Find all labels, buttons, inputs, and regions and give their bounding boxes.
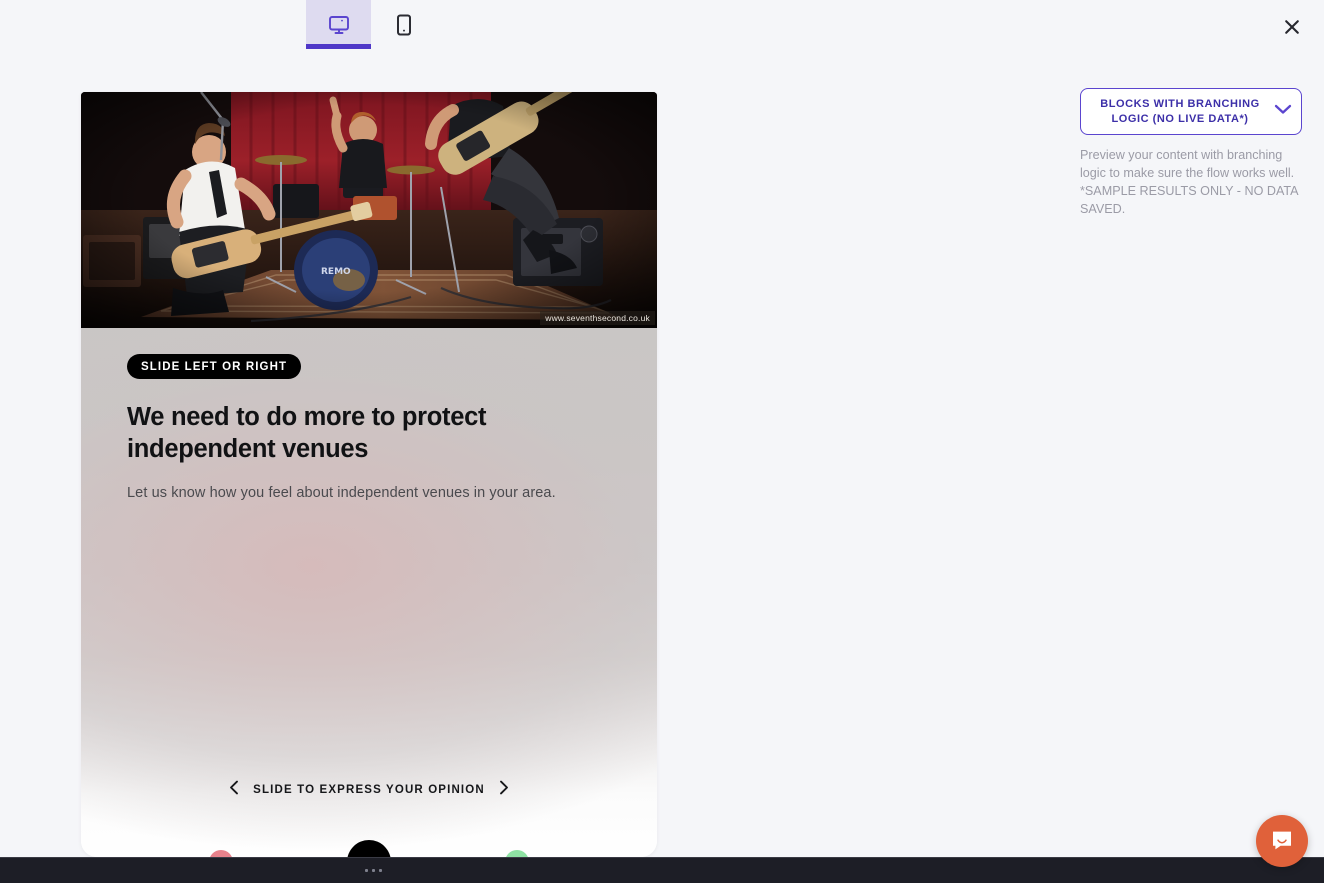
chevron-left-icon[interactable]: [229, 780, 239, 800]
slide-hint: SLIDE TO EXPRESS YOUR OPINION: [81, 780, 657, 800]
preview-screen: REMO: [0, 0, 1324, 883]
slide-hint-label: SLIDE TO EXPRESS YOUR OPINION: [253, 784, 485, 796]
question-type-tag: SLIDE LEFT OR RIGHT: [127, 354, 302, 379]
bottom-status-bar: [0, 857, 1324, 883]
plus-icon: [505, 850, 529, 857]
preview-mode-description: Preview your content with branching logi…: [1080, 148, 1298, 216]
opinion-slider[interactable]: 0: [81, 840, 657, 857]
minus-icon: [209, 850, 233, 857]
slider-track-positive[interactable]: [392, 850, 491, 857]
slider-track-negative[interactable]: [247, 850, 346, 857]
mobile-phone-icon: [393, 13, 415, 37]
slider-increment-button[interactable]: [505, 850, 529, 857]
content-preview-card: REMO: [81, 92, 657, 857]
close-icon: [1284, 19, 1300, 38]
preview-mode-dropdown[interactable]: BLOCKS WITH BRANCHING LOGIC (NO LIVE DAT…: [1080, 88, 1302, 136]
slider-decrement-button[interactable]: [209, 850, 233, 857]
tab-desktop-preview[interactable]: [306, 0, 371, 49]
preview-mode-panel: BLOCKS WITH BRANCHING LOGIC (NO LIVE DAT…: [1080, 88, 1302, 219]
question-subtitle: Let us know how you feel about independe…: [127, 485, 556, 502]
close-preview-button[interactable]: [1278, 14, 1306, 42]
hero-image: REMO: [81, 92, 657, 328]
tab-mobile-preview[interactable]: [371, 0, 436, 49]
slider-handle[interactable]: 0: [347, 840, 391, 857]
intercom-launcher-button[interactable]: [1256, 815, 1308, 867]
band-stage-photo: REMO: [81, 92, 657, 328]
chevron-right-icon[interactable]: [499, 780, 509, 800]
question-title: We need to do more to protect independen…: [127, 403, 487, 464]
device-preview-tabs: [306, 0, 436, 49]
chevron-down-icon: [1273, 102, 1293, 121]
question-card-body: SLIDE LEFT OR RIGHT We need to do more t…: [81, 328, 657, 857]
chat-bubble-icon: [1269, 827, 1295, 856]
ellipsis-icon[interactable]: [365, 869, 382, 872]
image-watermark: www.seventhsecond.co.uk: [540, 311, 655, 325]
desktop-monitor-icon: [327, 13, 351, 37]
preview-mode-label: BLOCKS WITH BRANCHING LOGIC (NO LIVE DAT…: [1100, 98, 1260, 125]
